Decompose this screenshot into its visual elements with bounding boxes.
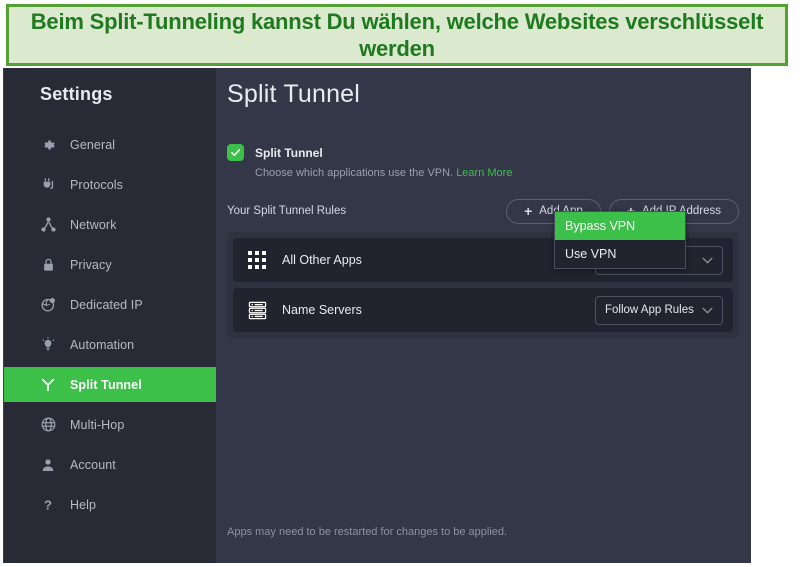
sidebar-item-automation[interactable]: Automation xyxy=(4,327,216,362)
sidebar-item-label: Account xyxy=(70,457,116,472)
split-tunnel-description: Choose which applications use the VPN. L… xyxy=(255,167,751,179)
chevron-down-icon xyxy=(702,301,713,319)
apps-grid-icon xyxy=(246,249,268,271)
sidebar-item-label: Protocols xyxy=(70,177,124,192)
split-tunnel-icon xyxy=(38,375,58,395)
chevron-down-icon xyxy=(702,251,713,269)
split-tunnel-toggle-label: Split Tunnel xyxy=(255,145,323,160)
rule-label: Name Servers xyxy=(282,303,362,317)
sidebar-item-label: Privacy xyxy=(70,257,112,272)
lightbulb-icon xyxy=(38,335,58,355)
annotation-banner-text: Beim Split-Tunneling kannst Du wählen, w… xyxy=(30,8,764,62)
rule-action-dropdown[interactable]: Bypass VPN Use VPN xyxy=(554,211,686,269)
network-nodes-icon xyxy=(38,215,58,235)
learn-more-link[interactable]: Learn More xyxy=(456,167,512,179)
sidebar-item-label: Help xyxy=(70,497,97,512)
select-value: Follow App Rules xyxy=(605,304,694,316)
sidebar-item-label: Automation xyxy=(70,337,135,352)
page-title: Split Tunnel xyxy=(227,80,361,108)
sidebar-item-protocols[interactable]: Protocols xyxy=(4,167,216,202)
person-icon xyxy=(38,455,58,475)
sidebar-item-label: General xyxy=(70,137,116,152)
sidebar-item-split-tunnel[interactable]: Split Tunnel xyxy=(4,367,216,402)
plug-icon xyxy=(38,175,58,195)
dropdown-option-use-vpn[interactable]: Use VPN xyxy=(555,240,685,268)
sidebar-item-account[interactable]: Account xyxy=(4,447,216,482)
split-tunnel-checkbox[interactable] xyxy=(227,144,244,161)
sidebar-item-dedicated-ip[interactable]: Dedicated IP xyxy=(4,287,216,322)
sidebar-item-privacy[interactable]: Privacy xyxy=(4,247,216,282)
plus-icon: + xyxy=(524,203,533,219)
settings-sidebar: Settings General Protocols Network Priva… xyxy=(4,68,216,563)
sidebar-item-multi-hop[interactable]: Multi-Hop xyxy=(4,407,216,442)
name-servers-select[interactable]: Follow App Rules xyxy=(595,295,723,325)
sidebar-item-label: Dedicated IP xyxy=(70,297,143,312)
table-row: Name Servers Follow App Rules xyxy=(233,288,733,332)
server-icon xyxy=(246,299,268,321)
sidebar-item-label: Multi-Hop xyxy=(70,417,125,432)
dropdown-option-bypass-vpn[interactable]: Bypass VPN xyxy=(555,212,685,240)
sidebar-item-network[interactable]: Network xyxy=(4,207,216,242)
split-tunnel-panel: Split Tunnel Split Tunnel Choose which a… xyxy=(216,68,751,563)
globe-pin-icon xyxy=(38,295,58,315)
sidebar-title: Settings xyxy=(40,84,113,104)
split-tunnel-toggle-row: Split Tunnel xyxy=(227,144,751,161)
svg-text:?: ? xyxy=(44,497,52,512)
sidebar-item-label: Split Tunnel xyxy=(70,377,142,392)
rules-title: Your Split Tunnel Rules xyxy=(227,205,347,217)
lock-icon xyxy=(38,255,58,275)
rule-label: All Other Apps xyxy=(282,253,362,267)
vpn-settings-window: Settings General Protocols Network Priva… xyxy=(3,68,751,563)
question-mark-icon: ? xyxy=(38,495,58,515)
annotation-banner: Beim Split-Tunneling kannst Du wählen, w… xyxy=(6,4,788,66)
sidebar-item-help[interactable]: ? Help xyxy=(4,487,216,522)
description-text: Choose which applications use the VPN. xyxy=(255,167,454,179)
sidebar-nav-list: General Protocols Network Privacy Dedica… xyxy=(4,127,216,522)
sidebar-item-label: Network xyxy=(70,217,117,232)
gear-icon xyxy=(38,135,58,155)
globe-icon xyxy=(38,415,58,435)
sidebar-item-general[interactable]: General xyxy=(4,127,216,162)
footer-note: Apps may need to be restarted for change… xyxy=(227,526,508,538)
